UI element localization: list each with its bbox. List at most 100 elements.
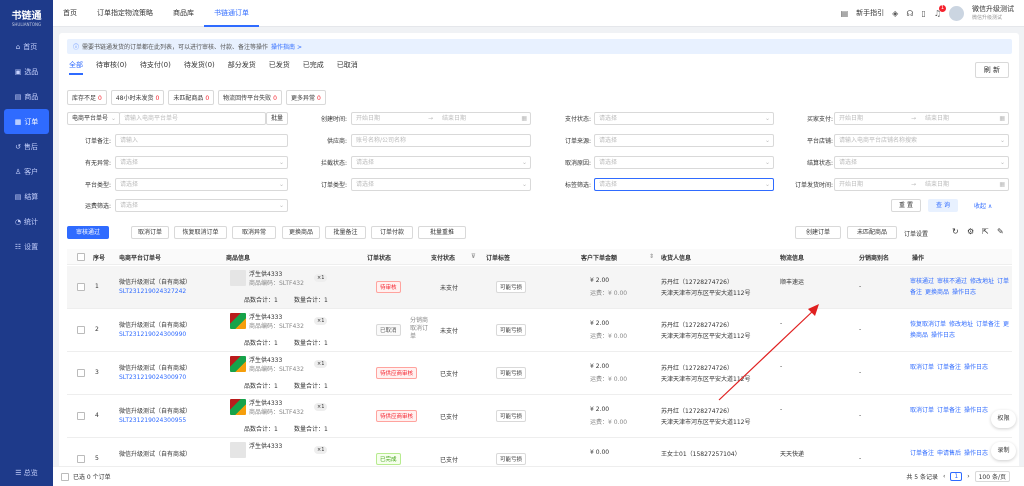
row-checkbox[interactable] <box>77 369 85 377</box>
permission-float-button[interactable]: 权限 <box>991 410 1016 428</box>
unmatched-goods-button[interactable]: 未匹配商品 <box>847 226 897 239</box>
status-tab-2[interactable]: 待支付(0) <box>140 60 171 75</box>
status-tab-5[interactable]: 已发货 <box>269 60 290 75</box>
row-op-link[interactable]: 取消订单 <box>910 364 934 371</box>
query-button[interactable]: 查 询 <box>928 199 958 212</box>
ship-filter-select[interactable]: 请选择 ⌄ <box>115 199 288 212</box>
top-tab-1[interactable]: 订单指定物流策略 <box>87 0 163 27</box>
row-op-link[interactable]: 操作日志 <box>964 364 988 371</box>
row-op-link[interactable]: 审核不通过 <box>937 278 967 285</box>
sidebar-item-8[interactable]: ☷ 设置 <box>0 234 53 259</box>
top-tab-0[interactable]: 首页 <box>53 0 87 27</box>
top-tab-3[interactable]: 书链通订单 <box>204 0 259 27</box>
tag-filter-select[interactable]: 请选择 ⌄ <box>594 178 774 191</box>
refresh-button[interactable]: 刷 新 <box>974 62 1009 78</box>
guide-icon[interactable]: ▤ <box>841 9 849 18</box>
collapse-toggle[interactable]: 收起 ∧ <box>974 201 992 210</box>
row-op-link[interactable]: 订单备注 <box>937 407 961 414</box>
row-op-link[interactable]: 修改地址 <box>949 321 973 328</box>
headset-icon[interactable]: ☊ <box>906 9 913 18</box>
bell-icon[interactable]: ♫ 1 <box>934 4 946 18</box>
sidebar-item-7[interactable]: ◔ 统计 <box>0 209 53 234</box>
order-type-select[interactable]: 请选择 ⌄ <box>351 178 531 191</box>
action-button-2[interactable]: 恢复取消订单 <box>174 226 227 239</box>
status-tab-6[interactable]: 已完成 <box>303 60 324 75</box>
gear-icon[interactable]: ⚙ <box>967 227 974 236</box>
row-op-link[interactable]: 订单备注 <box>937 364 961 371</box>
sidebar-item-3[interactable]: ▦ 订单 <box>4 109 49 134</box>
created-time-range[interactable]: 开始日期 → 结束日期 ▦ <box>351 112 531 125</box>
order-number[interactable]: SLT231219024300990 <box>119 331 186 338</box>
avatar[interactable] <box>949 5 964 21</box>
row-op-link[interactable]: 操作日志 <box>964 450 988 457</box>
order-number[interactable]: SLT231219024327242 <box>119 288 186 295</box>
filter-icon[interactable]: ⊽ <box>471 253 476 260</box>
select-all-checkbox[interactable] <box>77 253 85 261</box>
exception-chip[interactable]: 库存不足 0 <box>67 90 107 105</box>
row-op-link[interactable]: 审核通过 <box>910 278 934 285</box>
row-op-link[interactable]: 操作日志 <box>952 289 976 296</box>
status-tab-3[interactable]: 待发货(0) <box>184 60 215 75</box>
top-tab-2[interactable]: 商品库 <box>163 0 204 27</box>
edit-icon[interactable]: ✎ <box>997 227 1004 236</box>
action-button-7[interactable]: 批量重推 <box>418 226 466 239</box>
order-number[interactable]: SLT231219024300955 <box>119 417 186 424</box>
action-button-4[interactable]: 更换商品 <box>282 226 320 239</box>
row-op-link[interactable]: 操作日志 <box>931 332 955 339</box>
guide-doc-link[interactable]: 操作指南 > <box>271 42 302 51</box>
reset-button[interactable]: 重 置 <box>891 199 921 212</box>
prev-page-icon[interactable]: ‹ <box>943 473 945 480</box>
exception-chip[interactable]: 未匹配商品 0 <box>168 90 215 105</box>
action-button-6[interactable]: 订单付款 <box>371 226 413 239</box>
platform-order-type-select[interactable]: 电商平台单号 ⌄ <box>67 112 120 125</box>
action-button-0[interactable]: 审核通过 <box>67 226 109 239</box>
order-source-select[interactable]: 请选择 ⌄ <box>594 134 774 147</box>
platform-type-select[interactable]: 请选择 ⌄ <box>115 178 288 191</box>
supplier-input[interactable]: 账号名称/公司名称 <box>351 134 531 147</box>
exception-chip[interactable]: 更多异常 0 <box>286 90 326 105</box>
status-tab-7[interactable]: 已取消 <box>337 60 358 75</box>
row-op-link[interactable]: 申请售后 <box>937 450 961 457</box>
sidebar-item-5[interactable]: ♙ 客户 <box>0 159 53 184</box>
status-tab-4[interactable]: 部分发货 <box>228 60 256 75</box>
create-order-button[interactable]: 创建订单 <box>795 226 841 239</box>
export-icon[interactable]: ⇱ <box>982 227 989 236</box>
row-op-link[interactable]: 取消订单 <box>910 407 934 414</box>
row-op-link[interactable]: 订单备注 <box>976 321 1000 328</box>
tool-icon[interactable]: ◈ <box>892 9 898 18</box>
order-number[interactable]: SLT231219024300970 <box>119 374 186 381</box>
sidebar-item-4[interactable]: ↺ 售后 <box>0 134 53 159</box>
row-checkbox[interactable] <box>77 283 85 291</box>
row-op-link[interactable]: 操作日志 <box>964 407 988 414</box>
doc-icon[interactable]: ▯ <box>921 9 925 18</box>
shop-input[interactable]: 请输入电商平台店铺名称搜索 ⌄ <box>834 134 1009 147</box>
sort-icon[interactable]: ⇕ <box>649 253 654 260</box>
page-number[interactable]: 1 <box>950 472 963 481</box>
buyer-pay-range[interactable]: 开始日期 → 结束日期 ▦ <box>834 112 1009 125</box>
batch-button[interactable]: 批量 <box>266 112 288 125</box>
row-checkbox[interactable] <box>77 412 85 420</box>
order-remark-input[interactable]: 请输入 <box>115 134 288 147</box>
intercept-select[interactable]: 请选择 ⌄ <box>351 156 531 169</box>
exception-chip[interactable]: 48小时未发货 0 <box>110 90 165 105</box>
page-size-select[interactable]: 100 条/页 <box>974 471 1010 482</box>
exception-chip[interactable]: 物流回传平台失败 0 <box>218 90 282 105</box>
status-tab-1[interactable]: 待审核(0) <box>96 60 127 75</box>
action-button-1[interactable]: 取消订单 <box>131 226 169 239</box>
next-page-icon[interactable]: › <box>967 473 969 480</box>
row-checkbox[interactable] <box>77 326 85 334</box>
row-op-link[interactable]: 修改地址 <box>970 278 994 285</box>
row-op-link[interactable]: 恢复取消订单 <box>910 321 946 328</box>
ship-time-range[interactable]: 开始日期 → 结束日期 ▦ <box>834 178 1009 191</box>
sidebar-item-6[interactable]: ▤ 结算 <box>0 184 53 209</box>
status-tab-0[interactable]: 全部 <box>69 60 83 75</box>
cancel-reason-select[interactable]: 请选择 ⌄ <box>594 156 774 169</box>
action-button-5[interactable]: 批量备注 <box>325 226 366 239</box>
sidebar-item-0[interactable]: ⌂ 首页 <box>0 34 53 59</box>
has-exception-select[interactable]: 请选择 ⌄ <box>115 156 288 169</box>
settle-status-select[interactable]: 请选择 ⌄ <box>834 156 1009 169</box>
row-op-link[interactable]: 更换商品 <box>925 289 949 296</box>
sidebar-overview-toggle[interactable]: ☰ 总览 <box>0 468 53 478</box>
pay-status-select[interactable]: 请选择 ⌄ <box>594 112 774 125</box>
refresh-icon[interactable]: ↻ <box>952 227 959 236</box>
